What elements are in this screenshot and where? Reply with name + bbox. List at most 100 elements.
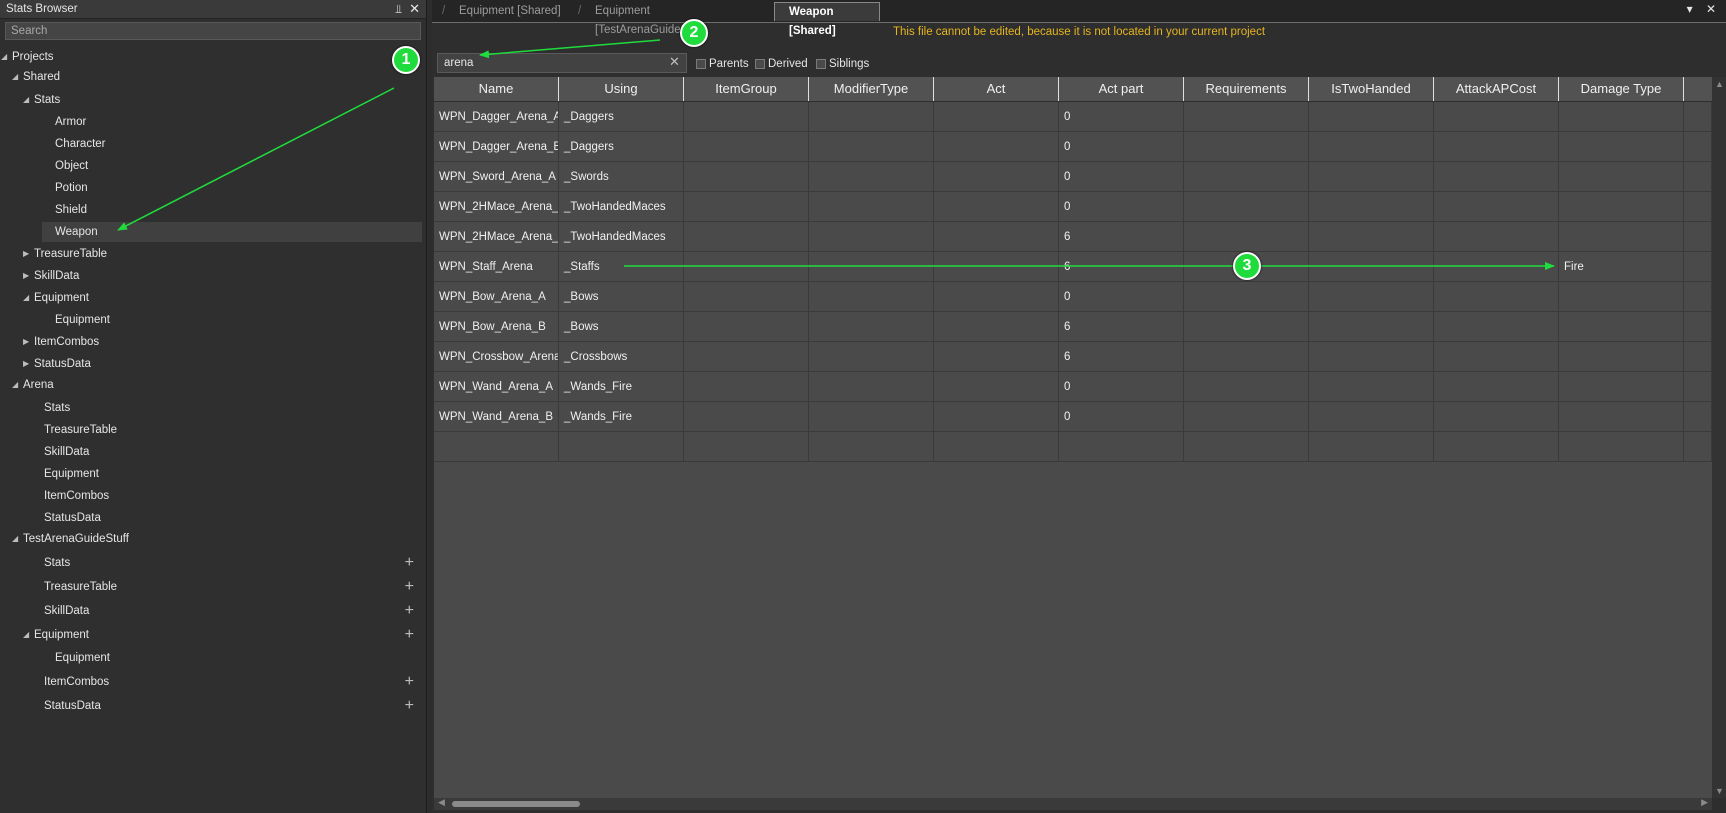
table-cell[interactable] bbox=[1559, 192, 1684, 222]
table-cell[interactable] bbox=[1559, 432, 1684, 462]
close-icon[interactable]: ✕ bbox=[1706, 2, 1716, 16]
table-cell[interactable] bbox=[1559, 102, 1684, 132]
vertical-scrollbar[interactable]: ▲ ▼ bbox=[1712, 77, 1726, 798]
table-cell[interactable]: _Staffs bbox=[559, 252, 684, 282]
table-cell[interactable] bbox=[934, 282, 1059, 312]
tree-item[interactable]: SkillData + bbox=[0, 601, 424, 621]
table-row[interactable]: WPN_Crossbow_Arena _Crossbows 6 bbox=[434, 342, 1712, 372]
tree-item[interactable]: Equipment bbox=[0, 648, 424, 668]
table-cell[interactable]: _Daggers bbox=[559, 132, 684, 162]
tree-item[interactable]: Equipment bbox=[0, 310, 424, 330]
table-row[interactable]: WPN_Bow_Arena_B _Bows 6 bbox=[434, 312, 1712, 342]
scrollbar-thumb[interactable] bbox=[452, 801, 580, 807]
table-cell[interactable] bbox=[1434, 192, 1559, 222]
add-icon[interactable]: + bbox=[405, 577, 414, 597]
table-cell[interactable] bbox=[684, 402, 809, 432]
table-cell[interactable] bbox=[1434, 282, 1559, 312]
expand-arrow-icon[interactable]: ▶ bbox=[23, 354, 29, 374]
table-cell[interactable]: 0 bbox=[1059, 402, 1184, 432]
table-cell[interactable] bbox=[1309, 372, 1434, 402]
tree-item[interactable]: ItemCombos bbox=[0, 486, 424, 506]
table-cell[interactable] bbox=[809, 192, 934, 222]
table-cell[interactable]: 6 bbox=[1059, 342, 1184, 372]
table-cell[interactable] bbox=[684, 102, 809, 132]
collapse-arrow-icon[interactable]: ◢ bbox=[23, 90, 29, 110]
table-cell[interactable] bbox=[1559, 132, 1684, 162]
collapse-arrow-icon[interactable]: ◢ bbox=[12, 529, 18, 549]
table-cell[interactable] bbox=[809, 312, 934, 342]
table-row[interactable]: WPN_Dagger_Arena_B _Daggers 0 bbox=[434, 132, 1712, 162]
table-cell[interactable]: _Wands_Fire bbox=[559, 402, 684, 432]
table-cell[interactable] bbox=[1559, 372, 1684, 402]
table-cell[interactable] bbox=[809, 432, 934, 462]
add-icon[interactable]: + bbox=[405, 625, 414, 645]
tree-item[interactable]: ◢ Projects bbox=[0, 47, 424, 67]
chevron-down-icon[interactable]: ▾ bbox=[1687, 2, 1693, 16]
tree-item[interactable]: StatusData + bbox=[0, 696, 424, 716]
collapse-arrow-icon[interactable]: ◢ bbox=[12, 375, 18, 395]
table-cell[interactable]: WPN_2HMace_Arena_A bbox=[434, 192, 559, 222]
table-cell[interactable] bbox=[1434, 222, 1559, 252]
table-cell[interactable] bbox=[684, 162, 809, 192]
table-cell[interactable] bbox=[684, 372, 809, 402]
tree-item[interactable]: ◢ Shared bbox=[0, 67, 424, 87]
clear-icon[interactable]: ✕ bbox=[669, 54, 680, 70]
table-cell[interactable] bbox=[1184, 312, 1309, 342]
table-row[interactable] bbox=[434, 432, 1712, 462]
tree-item[interactable]: ▶ StatusData bbox=[0, 354, 424, 374]
table-cell[interactable] bbox=[1184, 132, 1309, 162]
table-cell[interactable]: 0 bbox=[1059, 282, 1184, 312]
table-cell[interactable] bbox=[1559, 402, 1684, 432]
table-cell[interactable] bbox=[684, 282, 809, 312]
scroll-down-icon[interactable]: ▼ bbox=[1715, 786, 1724, 796]
table-cell[interactable] bbox=[1309, 222, 1434, 252]
table-cell[interactable] bbox=[809, 252, 934, 282]
table-cell[interactable] bbox=[934, 222, 1059, 252]
column-header[interactable]: ModifierType bbox=[809, 77, 934, 101]
table-cell[interactable]: WPN_Sword_Arena_A bbox=[434, 162, 559, 192]
column-header[interactable]: Act part bbox=[1059, 77, 1184, 101]
table-cell[interactable]: 6 bbox=[1059, 252, 1184, 282]
filter-input[interactable] bbox=[437, 53, 687, 73]
table-cell[interactable] bbox=[1184, 102, 1309, 132]
table-cell[interactable] bbox=[809, 162, 934, 192]
column-header[interactable]: Damage Type bbox=[1559, 77, 1684, 101]
table-cell[interactable] bbox=[1184, 372, 1309, 402]
table-cell[interactable]: 6 bbox=[1059, 222, 1184, 252]
table-cell[interactable]: _Swords bbox=[559, 162, 684, 192]
table-cell[interactable] bbox=[1309, 252, 1434, 282]
table-cell[interactable]: WPN_Staff_Arena bbox=[434, 252, 559, 282]
table-cell[interactable] bbox=[1309, 432, 1434, 462]
checkbox-siblings[interactable]: Siblings bbox=[816, 57, 869, 71]
column-header[interactable]: AttackAPCost bbox=[1434, 77, 1559, 101]
table-cell[interactable] bbox=[934, 432, 1059, 462]
scroll-right-icon[interactable]: ▶ bbox=[1701, 797, 1708, 808]
tree-item[interactable]: Weapon bbox=[42, 222, 422, 242]
checkbox-box[interactable] bbox=[755, 59, 765, 69]
table-cell[interactable] bbox=[1559, 282, 1684, 312]
table-cell[interactable] bbox=[1309, 282, 1434, 312]
scroll-up-icon[interactable]: ▲ bbox=[1715, 79, 1724, 89]
table-row[interactable]: WPN_Dagger_Arena_A _Daggers 0 bbox=[434, 102, 1712, 132]
table-cell[interactable] bbox=[684, 252, 809, 282]
table-cell[interactable] bbox=[1434, 372, 1559, 402]
table-cell[interactable] bbox=[1184, 162, 1309, 192]
table-cell[interactable]: _TwoHandedMaces bbox=[559, 222, 684, 252]
collapse-arrow-icon[interactable]: ◢ bbox=[23, 288, 29, 308]
table-cell[interactable]: WPN_Bow_Arena_A bbox=[434, 282, 559, 312]
table-cell[interactable]: WPN_Wand_Arena_A bbox=[434, 372, 559, 402]
table-cell[interactable] bbox=[809, 342, 934, 372]
table-cell[interactable] bbox=[1309, 312, 1434, 342]
table-cell[interactable] bbox=[809, 132, 934, 162]
table-cell[interactable] bbox=[934, 192, 1059, 222]
table-cell[interactable] bbox=[1434, 102, 1559, 132]
table-row[interactable]: WPN_2HMace_Arena_A _TwoHandedMaces 0 bbox=[434, 192, 1712, 222]
stats-search-input[interactable] bbox=[5, 22, 421, 40]
tree-item[interactable]: ◢ TestArenaGuideStuff bbox=[0, 529, 424, 549]
table-cell[interactable] bbox=[934, 252, 1059, 282]
expand-arrow-icon[interactable]: ▶ bbox=[23, 332, 29, 352]
table-cell[interactable]: WPN_Dagger_Arena_B bbox=[434, 132, 559, 162]
table-cell[interactable]: 0 bbox=[1059, 162, 1184, 192]
tree-item[interactable]: StatusData bbox=[0, 508, 424, 528]
table-cell[interactable] bbox=[1309, 342, 1434, 372]
